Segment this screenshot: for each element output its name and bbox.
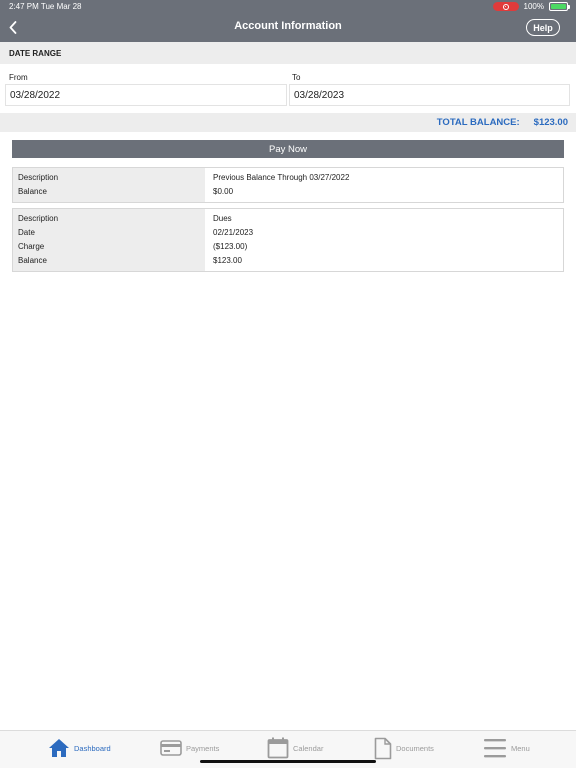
credit-card-icon [160,740,182,756]
description-value: Dues [213,214,232,223]
tab-label: Calendar [293,743,324,753]
battery-icon [549,2,570,11]
account-information-screen: 2:47 PM Tue Mar 28 100% Account Informat… [0,0,576,768]
tab-label: Payments [186,743,220,753]
screen-recording-icon [492,2,519,11]
tab-calendar[interactable]: Calendar [267,736,323,760]
transaction-values: Previous Balance Through 03/27/2022 $0.0… [205,168,563,202]
battery-percent: 100% [523,2,544,11]
date-label: Date [18,228,35,237]
transaction-labels: Description Balance [13,168,205,202]
home-indicator [200,760,376,763]
description-label: Description [18,173,59,182]
pay-now-button[interactable]: Pay Now [12,140,564,158]
description-label: Description [18,214,59,223]
balance-value: $0.00 [213,187,234,196]
tab-dashboard[interactable]: Dashboard [48,736,111,760]
charge-label: Charge [18,242,45,251]
date-range-header: DATE RANGE [0,42,576,64]
calendar-icon [267,737,289,759]
balance-value: $123.00 [213,256,242,265]
charge-value: ($123.00) [213,242,248,251]
tab-menu[interactable]: Menu [483,736,530,760]
transaction-card: Description Balance Previous Balance Thr… [12,167,564,203]
tab-payments[interactable]: Payments [160,736,219,760]
menu-icon [484,739,506,758]
home-icon [49,739,69,757]
transaction-values: Dues 02/21/2023 ($123.00) $123.00 [205,209,563,271]
navigation-bar: 2:47 PM Tue Mar 28 100% Account Informat… [0,0,576,42]
status-time: 2:47 PM Tue Mar 28 [9,2,82,11]
total-balance-value: $123.00 [533,117,568,128]
from-date-input[interactable]: 03/28/2022 [5,84,287,106]
to-date-input[interactable]: 03/28/2023 [289,84,570,106]
tab-label: Menu [511,743,530,753]
tab-label: Dashboard [74,743,111,753]
tab-label: Documents [396,743,434,753]
tab-documents[interactable]: Documents [374,736,434,760]
transaction-card: Description Date Charge Balance Dues 02/… [12,208,564,272]
page-title: Account Information [234,20,342,32]
total-balance-bar: TOTAL BALANCE: $123.00 [0,113,576,132]
transaction-labels: Description Date Charge Balance [13,209,205,271]
balance-label: Balance [18,256,47,265]
description-value: Previous Balance Through 03/27/2022 [213,173,350,182]
help-button[interactable]: Help [526,19,560,36]
from-label: From [9,73,28,82]
document-icon [374,737,392,759]
date-value: 02/21/2023 [213,228,254,237]
status-indicators: 100% [492,1,570,12]
to-label: To [292,73,301,82]
balance-label: Balance [18,187,47,196]
total-balance-label: TOTAL BALANCE: [436,117,520,128]
